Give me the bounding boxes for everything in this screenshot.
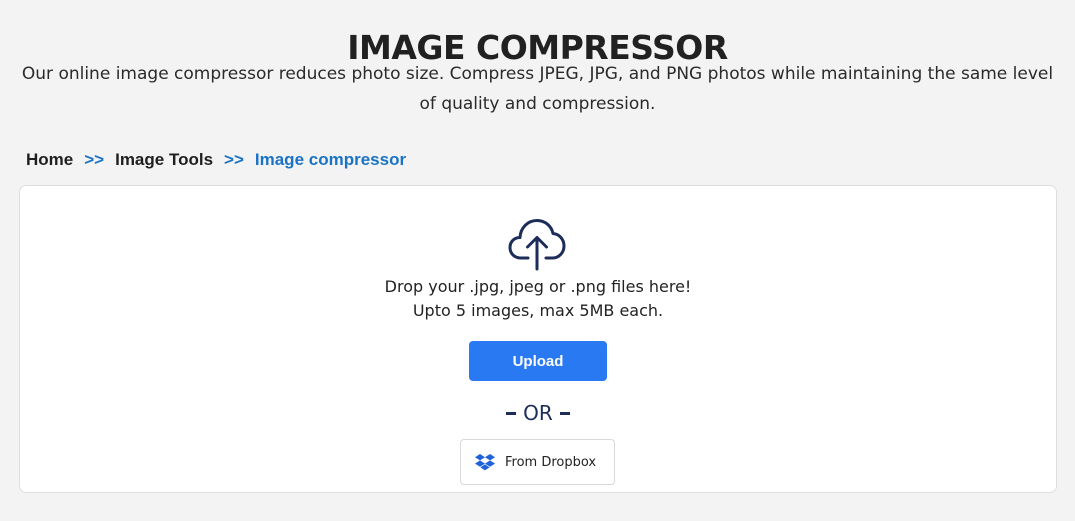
or-dash-left: [506, 411, 517, 415]
breadcrumb-current: Image compressor: [254, 150, 407, 169]
or-dash-right: [559, 411, 570, 415]
from-dropbox-button[interactable]: From Dropbox: [460, 439, 615, 485]
upload-button[interactable]: Upload: [469, 341, 607, 381]
breadcrumb: Home >> Image Tools >> Image compressor: [26, 148, 406, 172]
page-subtitle: Our online image compressor reduces phot…: [21, 64, 1054, 114]
drop-text-line-1: Drop your .jpg, jpeg or .png files here!: [384, 277, 692, 296]
dropbox-label: From Dropbox: [505, 454, 597, 470]
breadcrumb-image-tools[interactable]: Image Tools: [115, 148, 213, 172]
cloud-upload-icon: [508, 217, 566, 271]
drop-text-line-2: Upto 5 images, max 5MB each.: [412, 301, 664, 320]
breadcrumb-separator: >>: [224, 150, 244, 169]
breadcrumb-home[interactable]: Home: [26, 148, 73, 172]
or-label: OR: [523, 401, 553, 425]
breadcrumb-separator: >>: [84, 150, 105, 169]
or-divider: OR: [20, 399, 1056, 427]
upload-dropzone[interactable]: Drop your .jpg, jpeg or .png files here!…: [19, 185, 1057, 493]
dropbox-icon: [475, 453, 495, 471]
drop-instructions: Drop your .jpg, jpeg or .png files here!…: [20, 275, 1056, 323]
